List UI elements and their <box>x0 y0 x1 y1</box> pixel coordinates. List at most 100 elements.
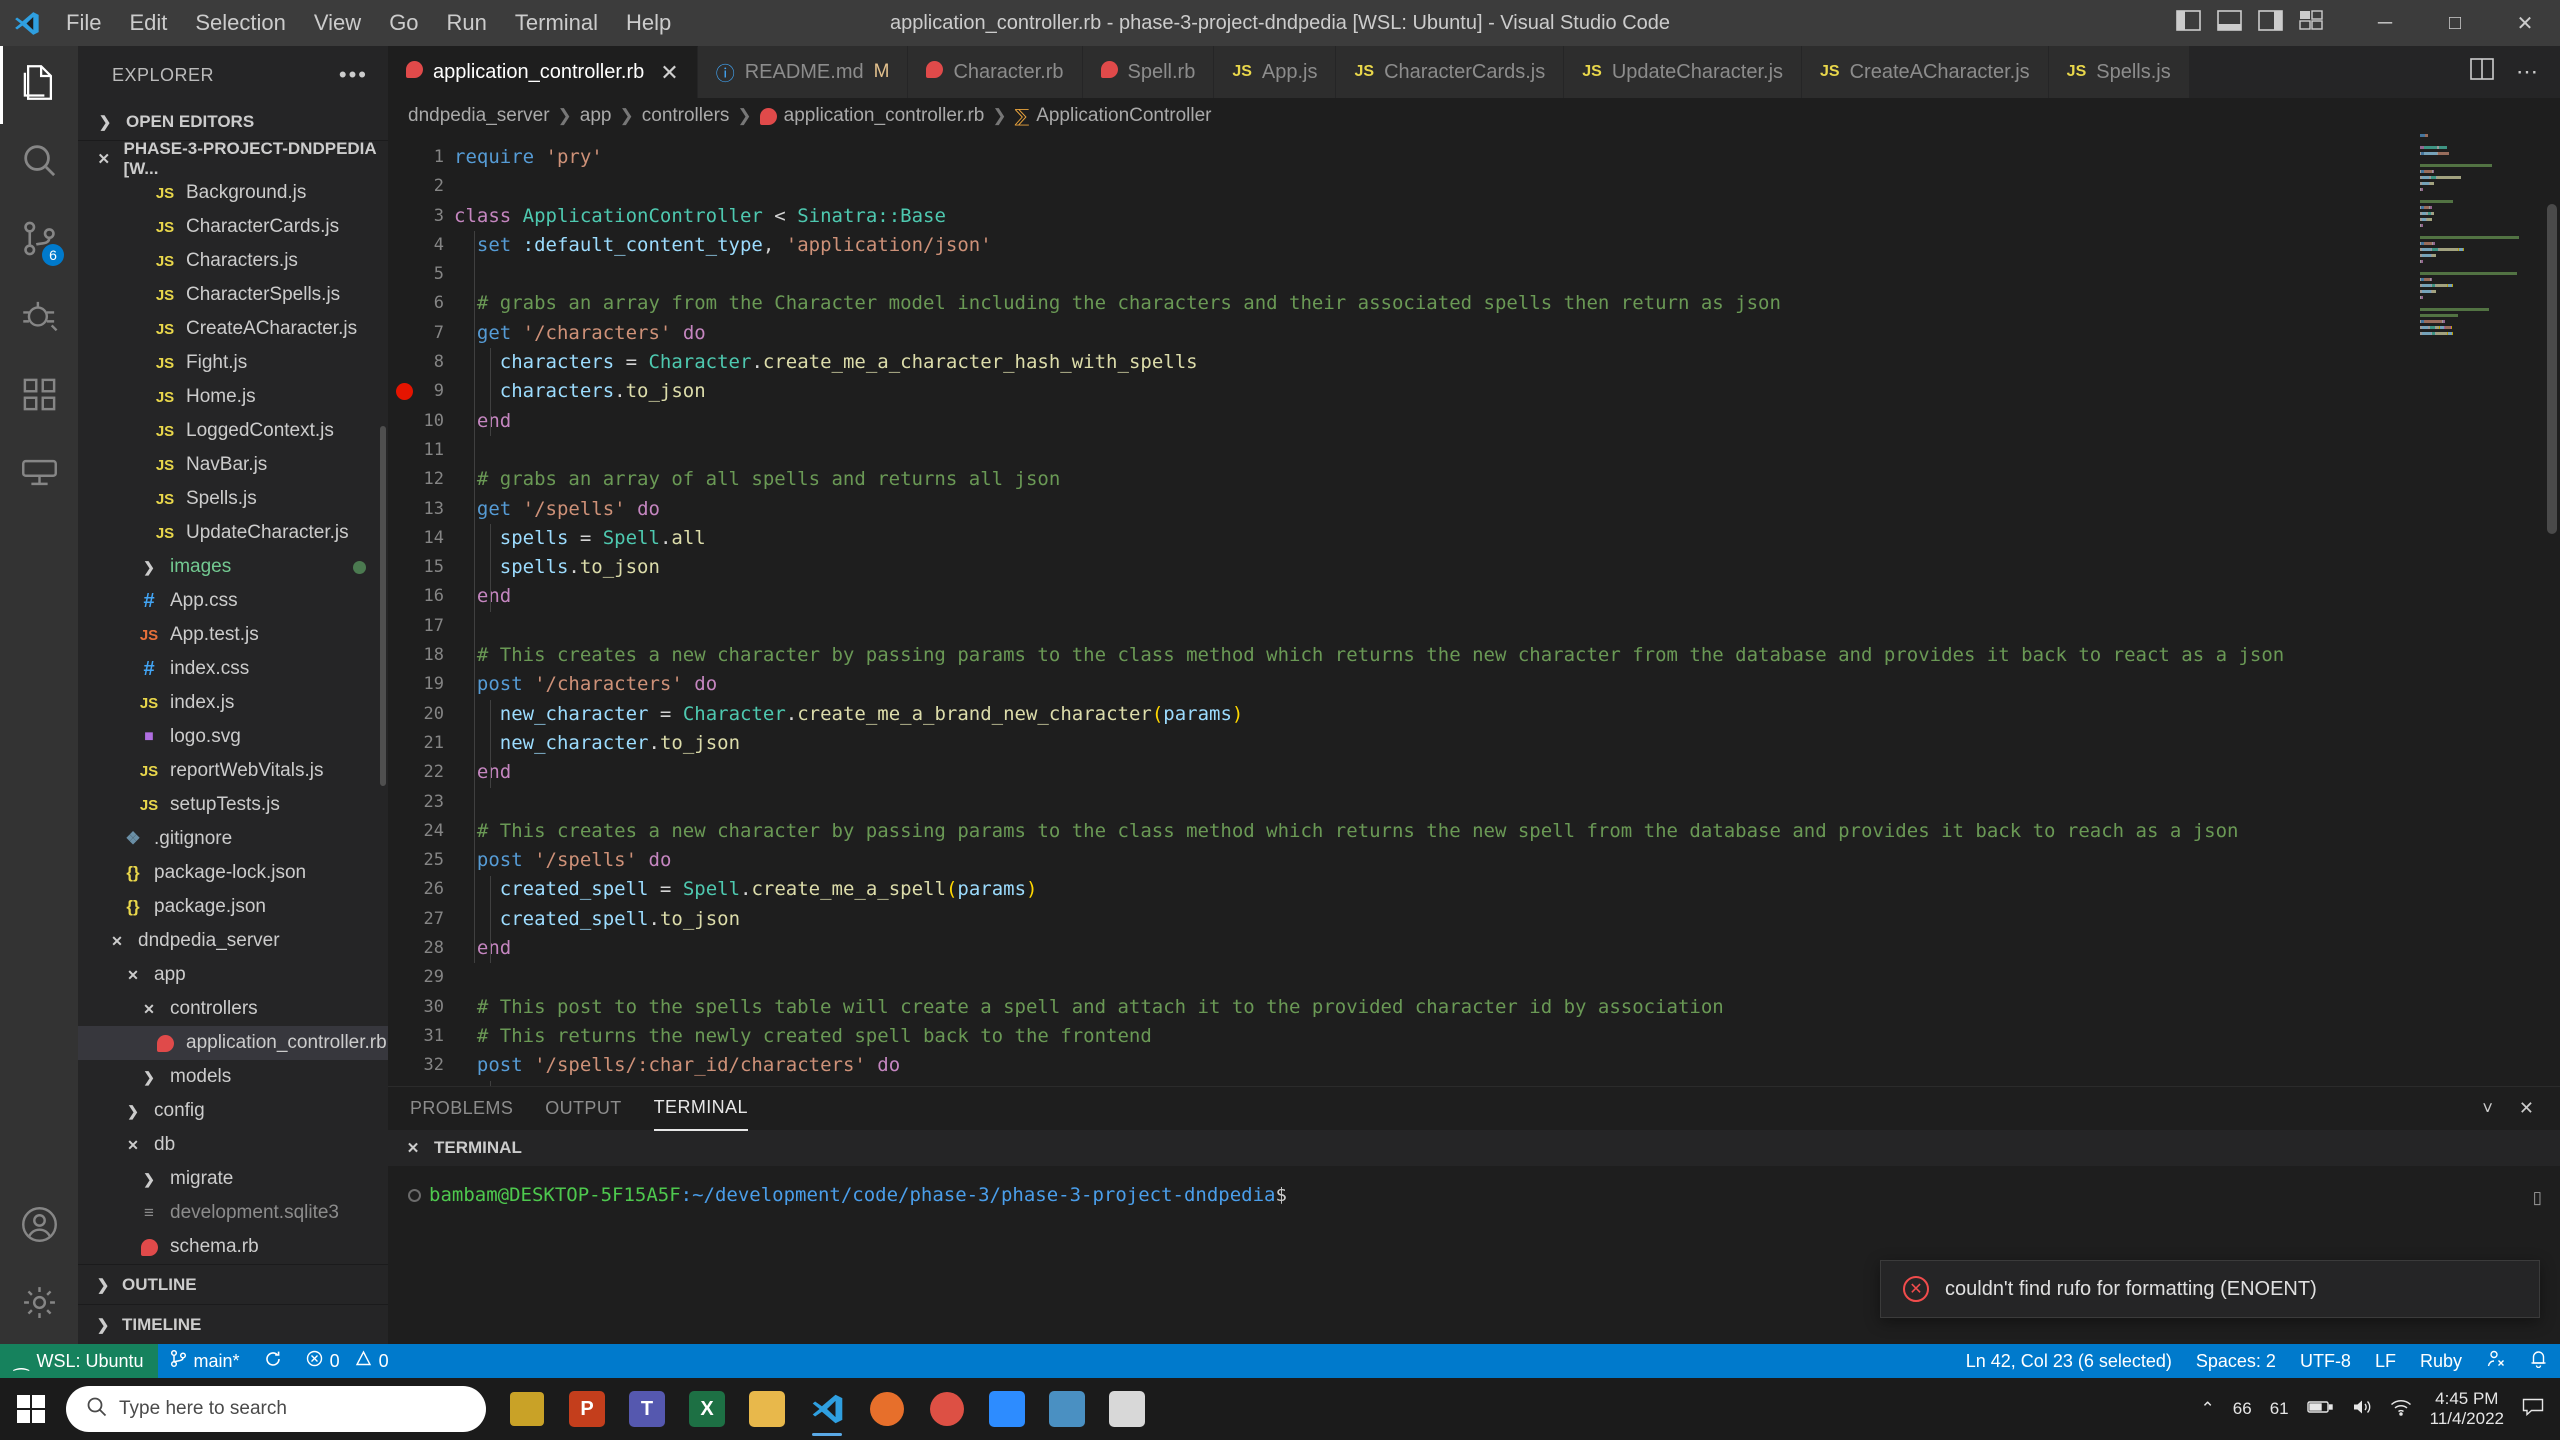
cortana-icon[interactable] <box>500 1380 554 1438</box>
tree-item[interactable]: # App.css <box>78 584 388 618</box>
activity-search[interactable] <box>0 124 78 202</box>
editor-toolbar[interactable]: ⋯ <box>2448 46 2560 98</box>
tree-item[interactable]: JS Background.js <box>78 176 388 210</box>
status-indentation[interactable]: Spaces: 2 <box>2184 1344 2288 1378</box>
tree-item[interactable]: ✕ db <box>78 1128 388 1162</box>
more-actions-icon[interactable]: ⋯ <box>2516 59 2538 85</box>
editor-tab[interactable]: Character.rb <box>908 46 1083 98</box>
line-number[interactable]: 11 <box>388 436 454 465</box>
chevron-up-icon[interactable]: ˅ <box>2482 1098 2493 1119</box>
window-close-button[interactable]: ✕ <box>2490 0 2560 46</box>
editor-tab[interactable]: ⓘ README.md M <box>697 46 909 98</box>
line-number[interactable]: 22 <box>388 758 454 787</box>
panel-tab-bar[interactable]: PROBLEMS OUTPUT TERMINAL ˅ ✕ <box>388 1086 2560 1131</box>
editor-scrollbar[interactable] <box>2547 204 2557 534</box>
tab-close-icon[interactable]: ✕ <box>660 60 678 86</box>
tree-item[interactable]: JS reportWebVitals.js <box>78 754 388 788</box>
breadcrumb-item[interactable]: ⅀ ApplicationController <box>1015 105 1212 127</box>
tree-item[interactable]: ❯ images <box>78 550 388 584</box>
menu-go[interactable]: Go <box>375 6 432 40</box>
editor-tab[interactable]: JS CharacterCards.js <box>1336 46 1565 98</box>
tree-item[interactable]: JS index.js <box>78 686 388 720</box>
section-outline[interactable]: ❯ OUTLINE <box>78 1264 388 1304</box>
menu-run[interactable]: Run <box>433 6 501 40</box>
line-number[interactable]: 20 <box>388 700 454 729</box>
volume-icon[interactable] <box>2351 1398 2372 1421</box>
line-number[interactable]: 16 <box>388 582 454 611</box>
line-number[interactable]: 6 <box>388 289 454 318</box>
tree-item[interactable]: ■ logo.svg <box>78 720 388 754</box>
tree-item[interactable]: ❯ config <box>78 1094 388 1128</box>
status-eol[interactable]: LF <box>2363 1344 2408 1378</box>
chrome-icon[interactable] <box>920 1380 974 1438</box>
status-notifications[interactable] <box>2517 1344 2560 1378</box>
editor-tab[interactable]: JS App.js <box>1214 46 1337 98</box>
taskbar-app-icons[interactable]: PTX <box>500 1380 1154 1438</box>
tree-item[interactable]: # index.css <box>78 652 388 686</box>
editor-tab[interactable]: JS Spells.js <box>2048 46 2190 98</box>
tab-output[interactable]: OUTPUT <box>545 1087 621 1131</box>
notification-toast[interactable]: ✕ couldn't find rufo for formatting (ENO… <box>1880 1260 2540 1318</box>
line-number[interactable]: 1 <box>388 143 454 172</box>
status-problems[interactable]: 0 0 <box>294 1344 401 1378</box>
line-number[interactable]: 29 <box>388 963 454 992</box>
breadcrumb[interactable]: dndpedia_server ❯ app ❯ controllers ❯ applicat… <box>388 98 2560 134</box>
line-number[interactable]: 23 <box>388 788 454 817</box>
tree-item[interactable]: ❯ migrate <box>78 1162 388 1196</box>
status-feedback[interactable] <box>2474 1344 2517 1378</box>
tab-problems[interactable]: PROBLEMS <box>410 1087 513 1131</box>
activity-explorer[interactable] <box>0 46 78 124</box>
line-number[interactable]: 25 <box>388 846 454 875</box>
line-number[interactable]: 18 <box>388 641 454 670</box>
notes-icon[interactable] <box>1100 1380 1154 1438</box>
vscode-icon[interactable] <box>800 1380 854 1438</box>
network-icon[interactable] <box>2390 1398 2412 1421</box>
tray-expand-icon[interactable]: ⌃ <box>2201 1399 2215 1419</box>
code-content[interactable]: require 'pry' class ApplicationControlle… <box>454 134 2560 1086</box>
tree-item[interactable]: ≡ development.sqlite3 <box>78 1196 388 1230</box>
line-number[interactable]: 3 <box>388 202 454 231</box>
breadcrumb-item[interactable]: application_controller.rb <box>759 105 984 127</box>
menu-bar[interactable]: File Edit Selection View Go Run Terminal… <box>52 6 685 40</box>
activity-extensions[interactable] <box>0 358 78 436</box>
sidebar-more-actions-icon[interactable]: ••• <box>339 62 368 88</box>
line-number[interactable]: 10 <box>388 407 454 436</box>
line-number[interactable]: 30 <box>388 993 454 1022</box>
tree-item[interactable]: {} package.json <box>78 890 388 924</box>
status-sync[interactable] <box>252 1344 294 1378</box>
line-number[interactable]: 31 <box>388 1022 454 1051</box>
line-number[interactable]: 12 <box>388 465 454 494</box>
window-minimize-button[interactable]: ─ <box>2350 0 2420 46</box>
breadcrumb-item[interactable]: dndpedia_server <box>408 105 550 127</box>
tree-item[interactable]: ❖ .gitignore <box>78 822 388 856</box>
battery-icon[interactable] <box>2306 1399 2333 1419</box>
line-number[interactable]: 4 <box>388 231 454 260</box>
tree-item[interactable]: JS App.test.js <box>78 618 388 652</box>
window-maximize-button[interactable]: □ <box>2420 0 2490 46</box>
code-editor[interactable]: 1 2 3 4 5 6 7 8 9 10 11 12 13 14 15 16 17 18 19 20 21 22 23 24 2… <box>388 134 2560 1086</box>
panel-right-icon[interactable] <box>2258 10 2283 36</box>
tree-item[interactable]: JS setupTests.js <box>78 788 388 822</box>
tree-item[interactable]: application_controller.rb <box>78 1026 388 1060</box>
status-remote-indicator[interactable]: ⁔ WSL: Ubuntu <box>0 1344 158 1378</box>
panel-left-icon[interactable] <box>2176 10 2201 36</box>
section-timeline[interactable]: ❯ TIMELINE <box>78 1304 388 1344</box>
tree-item[interactable]: ❯ models <box>78 1060 388 1094</box>
taskbar-clock[interactable]: 4:45 PM 11/4/2022 <box>2430 1389 2504 1430</box>
menu-selection[interactable]: Selection <box>181 6 300 40</box>
line-number[interactable]: 13 <box>388 495 454 524</box>
editor-tab[interactable]: JS CreateACharacter.js <box>1802 46 2049 98</box>
tree-item[interactable]: ✕ controllers <box>78 992 388 1026</box>
line-number[interactable]: 26 <box>388 875 454 904</box>
editor-tab[interactable]: JS UpdateCharacter.js <box>1564 46 1803 98</box>
split-editor-icon[interactable] <box>2470 58 2494 86</box>
tree-item[interactable]: JS Home.js <box>78 380 388 414</box>
tree-item[interactable]: {} package-lock.json <box>78 856 388 890</box>
line-number[interactable]: 21 <box>388 729 454 758</box>
status-encoding[interactable]: UTF-8 <box>2288 1344 2363 1378</box>
line-number[interactable]: 19 <box>388 670 454 699</box>
line-number[interactable]: 17 <box>388 612 454 641</box>
section-workspace[interactable]: ✕ PHASE-3-PROJECT-DNDPEDIA [W... <box>78 139 388 178</box>
editor-tab[interactable]: Spell.rb <box>1082 46 1215 98</box>
notifications-icon[interactable] <box>2522 1397 2544 1421</box>
